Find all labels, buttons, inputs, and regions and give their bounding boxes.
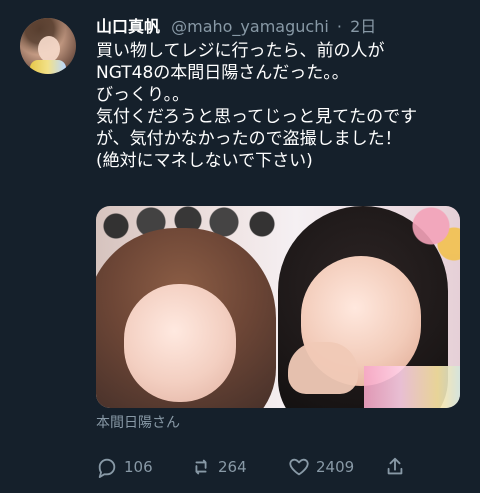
share-button[interactable] — [384, 454, 406, 480]
tweet-text-line: NGT48の本間日陽さんだった。。 — [96, 63, 349, 83]
photo-caption: 本間日陽さん — [96, 415, 180, 431]
tweet-text-line: びっくり。。 — [96, 85, 190, 105]
share-icon — [384, 456, 406, 478]
tweet-header: 山口真帆 @maho_yamaguchi · 2日 — [96, 16, 376, 38]
reply-icon — [96, 456, 118, 478]
tweet-text-line: 買い物してレジに行ったら、前の人が — [96, 41, 385, 61]
reply-button[interactable]: 106 — [96, 454, 153, 480]
tweet-text-line: (絶対にマネしないで下さい) — [96, 151, 313, 171]
avatar-face — [38, 36, 60, 62]
tweet-text-line: が、気付かなかったので盗撮しました！ — [96, 129, 402, 149]
retweet-count: 264 — [218, 458, 247, 476]
reply-count: 106 — [124, 458, 153, 476]
avatar[interactable] — [20, 18, 76, 74]
author-name[interactable]: 山口真帆 — [96, 17, 160, 36]
photo-outfit — [364, 366, 460, 408]
tweet-card: 山口真帆 @maho_yamaguchi · 2日 買い物してレジに行ったら、前… — [0, 0, 480, 493]
tweet-photo[interactable] — [96, 206, 460, 408]
photo-decorations — [396, 206, 460, 266]
photo-peace-sign-hand — [288, 342, 358, 394]
photo-person-left-face — [124, 284, 236, 402]
header-separator: · — [336, 17, 342, 36]
retweet-button[interactable]: 264 — [190, 454, 247, 480]
avatar-shirt — [30, 60, 66, 74]
author-handle[interactable]: @maho_yamaguchi — [171, 17, 329, 36]
tweet-time[interactable]: 2日 — [350, 17, 376, 36]
tweet-actions: 106 264 2409 — [96, 454, 466, 480]
tweet-text: 買い物してレジに行ったら、前の人が NGT48の本間日陽さんだった。。 びっくり… — [96, 40, 466, 172]
heart-icon — [288, 456, 310, 478]
retweet-icon — [190, 456, 212, 478]
tweet-text-line: 気付くだろうと思ってじっと見てたのです — [96, 107, 418, 127]
like-count: 2409 — [316, 458, 355, 476]
like-button[interactable]: 2409 — [288, 454, 354, 480]
